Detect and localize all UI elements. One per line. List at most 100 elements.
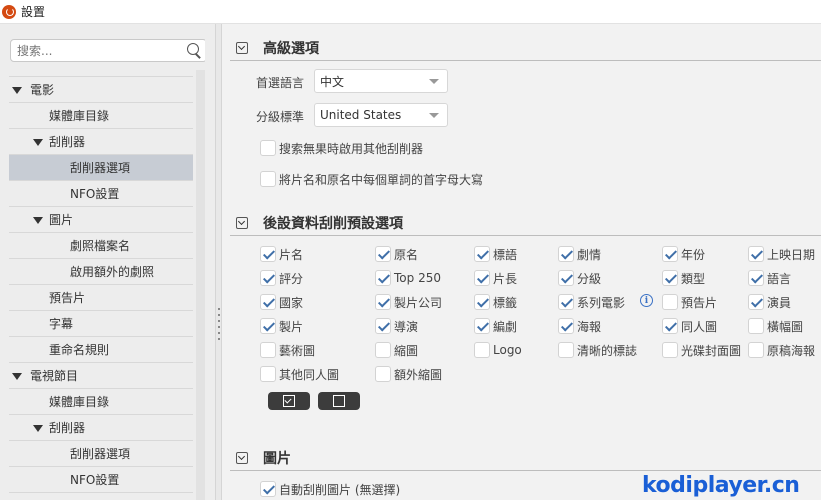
tree-item-subtitles[interactable]: 字幕: [9, 311, 193, 337]
checkbox-box[interactable]: [260, 294, 276, 310]
checkbox-box[interactable]: [748, 270, 764, 286]
tree-item-movie-scraper-options[interactable]: 刮削器選項: [9, 155, 193, 181]
checkbox-box[interactable]: [260, 318, 276, 334]
checkbox-box[interactable]: [260, 342, 276, 358]
checkbox-box[interactable]: [260, 481, 276, 497]
pane-splitter[interactable]: [215, 24, 222, 500]
auto-scrape-images-checkbox[interactable]: 自動刮削圖片 (無選擇): [260, 480, 400, 498]
scrape-option-checkbox[interactable]: 橫幅圖: [748, 317, 803, 335]
checkbox-box[interactable]: [260, 246, 276, 262]
select-none-button[interactable]: [318, 392, 360, 410]
scrape-option-checkbox[interactable]: 上映日期: [748, 245, 815, 263]
tree-item-rename-rules[interactable]: 重命名規則: [9, 337, 193, 363]
scrape-option-checkbox[interactable]: 清晰的標誌: [558, 341, 637, 359]
tree-item-tv-nfo[interactable]: NFO設置: [9, 467, 193, 493]
checkbox-box[interactable]: [558, 270, 574, 286]
sidebar-scrollbar[interactable]: [196, 70, 205, 500]
language-select[interactable]: 中文: [314, 69, 448, 93]
checkbox-box[interactable]: [662, 246, 678, 262]
scrape-option-checkbox[interactable]: 其他同人圖: [260, 365, 339, 383]
scrape-option-checkbox[interactable]: 片長: [474, 269, 517, 287]
checkbox-box[interactable]: [558, 342, 574, 358]
scrape-option-checkbox[interactable]: 光碟封面圖: [662, 341, 741, 359]
checkbox-box[interactable]: [662, 342, 678, 358]
section-advanced-header[interactable]: 高級選項: [222, 36, 821, 60]
collapse-icon[interactable]: [236, 42, 248, 54]
scrape-option-checkbox[interactable]: 國家: [260, 293, 303, 311]
scrape-option-checkbox[interactable]: 縮圖: [375, 341, 418, 359]
scrape-option-checkbox[interactable]: 演員: [748, 293, 791, 311]
checkbox-box[interactable]: [748, 318, 764, 334]
tree-item-movie-nfo[interactable]: NFO設置: [9, 181, 193, 207]
rating-select[interactable]: United States: [314, 103, 448, 127]
scrape-option-checkbox[interactable]: 片名: [260, 245, 303, 263]
select-all-button[interactable]: [268, 392, 310, 410]
checkbox-box[interactable]: [748, 294, 764, 310]
checkbox-box[interactable]: [375, 294, 391, 310]
checkbox-box[interactable]: [375, 246, 391, 262]
fallback-scraper-checkbox[interactable]: 搜索無果時啟用其他刮削器: [260, 139, 423, 157]
scrape-option-checkbox[interactable]: 類型: [662, 269, 705, 287]
tree-item-movie-library[interactable]: 媒體庫目錄: [9, 103, 193, 129]
checkbox-box[interactable]: [260, 270, 276, 286]
tree-item-tv-scraper-options[interactable]: 刮削器選項: [9, 441, 193, 467]
capitalize-words-checkbox[interactable]: 將片名和原名中每個單詞的首字母大寫: [260, 170, 483, 188]
checkbox-box[interactable]: [558, 246, 574, 262]
section-scrape-defaults-header[interactable]: 後設資料刮削預設選項: [222, 211, 821, 235]
checkbox-box[interactable]: [375, 342, 391, 358]
scrape-option-checkbox[interactable]: 製片: [260, 317, 303, 335]
checkbox-box[interactable]: [558, 294, 574, 310]
checkbox-box[interactable]: [662, 318, 678, 334]
tree-item-extra-fanart[interactable]: 啟用額外的劇照: [9, 259, 193, 285]
scrape-option-checkbox[interactable]: 編劇: [474, 317, 517, 335]
tree-item-fanart-filename[interactable]: 劇照檔案名: [9, 233, 193, 259]
scrape-option-checkbox[interactable]: 同人圖: [662, 317, 717, 335]
checkbox-box[interactable]: [474, 342, 490, 358]
checkbox-box[interactable]: [375, 270, 391, 286]
checkbox-box[interactable]: [662, 270, 678, 286]
scrape-option-checkbox[interactable]: 海報: [558, 317, 601, 335]
checkbox-box[interactable]: [260, 171, 276, 187]
tree-item-tv-scraper[interactable]: 刮削器: [9, 415, 193, 441]
scrape-option-checkbox[interactable]: 原名: [375, 245, 418, 263]
checkbox-box[interactable]: [260, 140, 276, 156]
scrape-option-checkbox[interactable]: 系列電影: [558, 293, 625, 311]
scrape-option-checkbox[interactable]: 評分: [260, 269, 303, 287]
checkbox-box[interactable]: [260, 366, 276, 382]
tree-item-movies[interactable]: 電影: [9, 77, 193, 103]
tree-item-tv-library[interactable]: 媒體庫目錄: [9, 389, 193, 415]
scrape-option-checkbox[interactable]: 導演: [375, 317, 418, 335]
scrape-option-checkbox[interactable]: 年份: [662, 245, 705, 263]
checkbox-box[interactable]: [474, 246, 490, 262]
info-icon[interactable]: i: [640, 294, 653, 307]
scrape-option-checkbox[interactable]: Logo: [474, 341, 522, 359]
tree-item-movie-images[interactable]: 圖片: [9, 207, 193, 233]
scrape-option-checkbox[interactable]: 標語: [474, 245, 517, 263]
checkbox-box[interactable]: [748, 342, 764, 358]
scrape-option-checkbox[interactable]: 額外縮圖: [375, 365, 442, 383]
checkbox-box[interactable]: [474, 294, 490, 310]
scrape-option-checkbox[interactable]: 預告片: [662, 293, 717, 311]
scrape-option-checkbox[interactable]: 語言: [748, 269, 791, 287]
scrape-option-checkbox[interactable]: 分級: [558, 269, 601, 287]
expand-triangle-icon[interactable]: [12, 373, 22, 380]
scrape-option-checkbox[interactable]: 劇情: [558, 245, 601, 263]
section-images-header[interactable]: 圖片: [222, 446, 821, 470]
collapse-icon[interactable]: [236, 217, 248, 229]
expand-triangle-icon[interactable]: [33, 217, 43, 224]
checkbox-box[interactable]: [662, 294, 678, 310]
scrape-option-checkbox[interactable]: 標籤: [474, 293, 517, 311]
checkbox-box[interactable]: [375, 366, 391, 382]
search-box[interactable]: [10, 39, 205, 62]
expand-triangle-icon[interactable]: [33, 139, 43, 146]
checkbox-box[interactable]: [474, 318, 490, 334]
search-icon[interactable]: [187, 43, 201, 57]
collapse-icon[interactable]: [236, 452, 248, 464]
checkbox-box[interactable]: [748, 246, 764, 262]
scrape-option-checkbox[interactable]: 原稿海報: [748, 341, 815, 359]
scrape-option-checkbox[interactable]: Top 250: [375, 269, 441, 287]
expand-triangle-icon[interactable]: [33, 425, 43, 432]
scrape-option-checkbox[interactable]: 製片公司: [375, 293, 442, 311]
scrape-option-checkbox[interactable]: 藝術圖: [260, 341, 315, 359]
checkbox-box[interactable]: [375, 318, 391, 334]
